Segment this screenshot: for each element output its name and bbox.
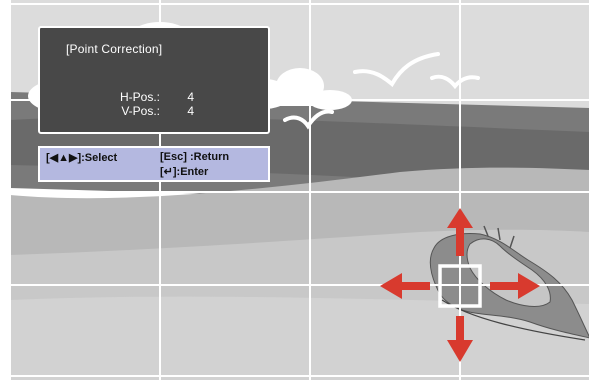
h-pos-label: H-Pos.: (119, 90, 160, 104)
point-correction-menu: [Point Correction] H-Pos.: 4 V-Pos.: 4 [◀▲… (38, 26, 270, 182)
esc-key-label: [Esc] (160, 151, 187, 163)
select-keys-icon: [◀▲▶] (46, 152, 82, 164)
help-enter-label: :Enter (176, 166, 209, 178)
help-select: [◀▲▶]:Select (46, 151, 117, 164)
help-bar: [◀▲▶]:Select [Esc] :Return [↵]:Enter (38, 146, 270, 182)
v-pos-row[interactable]: V-Pos.: 4 (102, 104, 194, 118)
help-return: [Esc] :Return (160, 151, 229, 163)
v-pos-value: 4 (187, 104, 194, 118)
h-pos-row[interactable]: H-Pos.: 4 (102, 90, 194, 104)
help-select-label: :Select (81, 152, 118, 164)
menu-title: [Point Correction] (66, 42, 163, 56)
h-pos-value: 4 (187, 90, 194, 104)
help-return-label: :Return (186, 151, 230, 163)
menu-panel: [Point Correction] H-Pos.: 4 V-Pos.: 4 (38, 26, 270, 134)
enter-key-icon: [↵] (160, 166, 177, 178)
v-pos-label: V-Pos.: (121, 104, 160, 118)
help-enter: [↵]:Enter (160, 165, 208, 178)
